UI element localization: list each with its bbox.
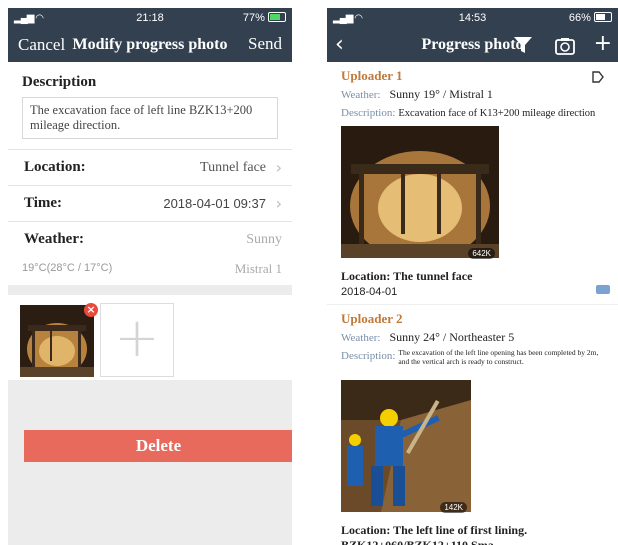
description-label: Description xyxy=(22,74,97,90)
progress-photo-screen: ▂▄▆ ◠ 14:53 66% ‹ Progress photo + Uploa… xyxy=(327,8,618,545)
plus-icon: + xyxy=(114,306,160,369)
description-section: Description The excavation face of left … xyxy=(8,62,292,149)
progress-photo[interactable]: 642K xyxy=(341,126,499,263)
battery-percent: 77% xyxy=(242,12,265,24)
weather-key: Weather: xyxy=(341,89,381,101)
location-row[interactable]: Location: Tunnel face › xyxy=(8,149,292,185)
location-value: Tunnel face xyxy=(200,160,266,175)
battery-percent: 66% xyxy=(568,12,591,24)
uploader-name: Uploader 1 xyxy=(341,68,403,83)
plus-icon[interactable]: + xyxy=(594,31,612,56)
temperature-range: 19°C(28°C / 17°C) xyxy=(22,262,113,274)
weather-key: Weather: xyxy=(341,332,381,344)
description-value: The excavation of the left line opening … xyxy=(398,348,599,366)
status-bar: ▂▄▆ ◠ 14:53 66% xyxy=(327,8,618,30)
weather-value: Sunny 19° / Mistral 1 xyxy=(389,87,493,101)
time-value: 2018-04-01 09:37 xyxy=(163,196,266,211)
date-text: 2018-04-01 xyxy=(341,286,398,298)
list-item[interactable]: Uploader 1 Weather: Sunny 19° / Mistral … xyxy=(327,62,618,305)
delete-button[interactable]: Delete xyxy=(24,430,292,462)
battery-indicator: 77% xyxy=(243,12,286,24)
weather-line: Weather: Sunny 19° / Mistral 1 xyxy=(341,87,606,102)
modify-photo-screen: ▂▄▆ ◠ 21:18 77% Cancel Modify progress p… xyxy=(8,8,292,545)
file-size: 642K xyxy=(468,248,495,259)
location-text: Location: The left line of first lining.… xyxy=(341,523,528,545)
location-text: Location: The tunnel face xyxy=(341,269,473,283)
battery-icon xyxy=(268,12,286,22)
tag-icon[interactable] xyxy=(596,285,610,294)
close-icon[interactable]: × xyxy=(84,303,98,317)
battery-icon xyxy=(594,12,612,22)
photo-thumbnail[interactable] xyxy=(20,305,94,377)
edit-icon[interactable] xyxy=(592,70,604,88)
filter-icon[interactable] xyxy=(513,36,533,59)
chevron-right-icon: › xyxy=(275,194,282,213)
wind-value: Mistral 1 xyxy=(234,261,282,276)
photo-icon[interactable] xyxy=(555,37,575,60)
nav-bar: Cancel Modify progress photo Send xyxy=(8,30,292,62)
time-row[interactable]: Time: 2018-04-01 09:37 › xyxy=(8,185,292,221)
time-label: Time: xyxy=(24,195,63,211)
nav-bar: ‹ Progress photo + xyxy=(327,30,618,62)
weather-value: Sunny xyxy=(246,232,282,247)
location-label: Location: xyxy=(24,159,86,175)
description-key: Description: xyxy=(341,107,396,119)
weather-value: Sunny 24° / Northeaster 5 xyxy=(389,330,515,344)
add-photo-button[interactable]: + xyxy=(100,303,174,377)
description-input[interactable]: The excavation face of left line BZK13+2… xyxy=(22,97,278,139)
weather-row: Weather: Sunny xyxy=(8,221,292,257)
list-item[interactable]: Uploader 2 Weather: Sunny 24° / Northeas… xyxy=(327,305,618,545)
uploader-name: Uploader 2 xyxy=(341,311,403,326)
description-line: Description: Excavation face of K13+200 … xyxy=(341,105,606,120)
progress-photo[interactable]: 142K xyxy=(341,380,471,517)
description-key: Description: xyxy=(341,350,396,362)
file-size: 142K xyxy=(440,502,467,513)
weather-details: 19°C(28°C / 17°C) Mistral 1 xyxy=(8,257,292,285)
photo-picker: × + xyxy=(8,295,292,380)
send-button[interactable]: Send xyxy=(248,34,282,54)
battery-indicator: 66% xyxy=(569,12,612,24)
description-value: Excavation face of K13+200 mileage direc… xyxy=(398,108,596,119)
weather-line: Weather: Sunny 24° / Northeaster 5 xyxy=(341,330,606,345)
status-bar: ▂▄▆ ◠ 21:18 77% xyxy=(8,8,292,30)
chevron-right-icon: › xyxy=(275,158,282,177)
description-line: Description: The excavation of the left … xyxy=(341,348,606,366)
weather-label: Weather: xyxy=(24,231,84,247)
